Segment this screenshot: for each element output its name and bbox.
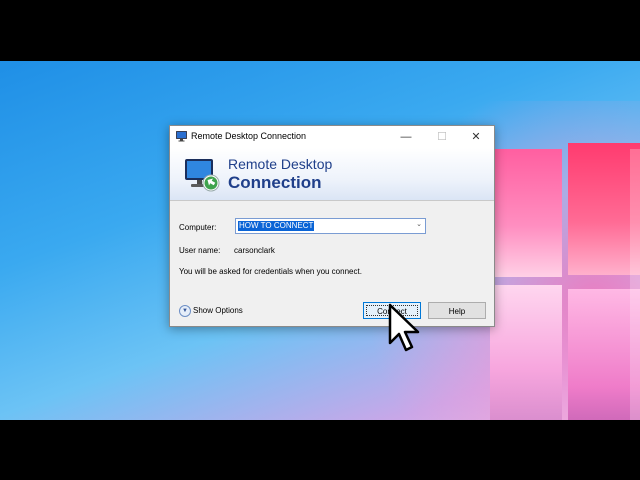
username-label: User name: — [179, 246, 221, 255]
credentials-note: You will be asked for credentials when y… — [179, 267, 362, 276]
letterbox-bottom — [0, 420, 640, 480]
minimize-button[interactable]: — — [388, 126, 424, 148]
help-label: Help — [448, 307, 466, 316]
window-title: Remote Desktop Connection — [191, 131, 307, 141]
letterbox-top — [0, 0, 640, 61]
chevron-down-icon[interactable]: ⌄ — [416, 220, 422, 228]
username-value: carsonclark — [234, 246, 275, 255]
logo-pane-bottom-left — [490, 285, 562, 420]
windows-logo-wallpaper — [490, 143, 640, 420]
banner-title-line2: Connection — [228, 173, 322, 192]
remote-desktop-icon — [176, 131, 187, 142]
computer-value[interactable]: HOW TO CONNECT — [238, 221, 315, 231]
help-button[interactable]: Help — [428, 302, 486, 319]
remote-desktop-monitor-icon — [185, 159, 220, 192]
computer-combobox[interactable]: HOW TO CONNECT ⌄ — [235, 218, 426, 234]
show-options-label[interactable]: Show Options — [193, 306, 243, 315]
expand-chevron-icon[interactable]: ▼ — [179, 305, 191, 317]
remote-desktop-dialog: Remote Desktop Connection — ☐ ✕ Remote D… — [169, 125, 495, 327]
mouse-pointer-icon — [388, 303, 420, 352]
close-button[interactable]: ✕ — [458, 126, 494, 148]
title-bar[interactable]: Remote Desktop Connection — ☐ ✕ — [170, 126, 494, 148]
logo-pane-edge — [630, 149, 640, 420]
header-banner: Remote Desktop Connection — [170, 148, 494, 201]
banner-title-line1: Remote Desktop — [228, 156, 333, 172]
maximize-button[interactable]: ☐ — [424, 126, 460, 148]
logo-pane-top-left — [490, 149, 562, 277]
computer-label: Computer: — [179, 223, 217, 232]
